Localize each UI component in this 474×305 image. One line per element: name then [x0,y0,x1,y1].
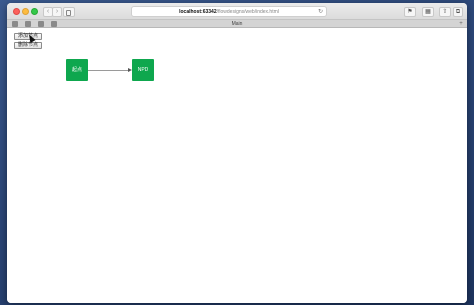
forward-button[interactable]: › [52,7,62,17]
url-path: /flowdesigns/web/index.html [216,9,279,15]
new-tab-icon[interactable]: + [458,21,464,27]
tabs-overview-icon[interactable]: ⧉ [453,7,463,17]
address-bar[interactable]: localhost:63342/flowdesigns/web/index.ht… [131,6,327,17]
close-window-button[interactable] [13,8,20,15]
extension-icon[interactable]: ⚑ [404,7,416,17]
share-icon[interactable]: ⇧ [439,7,451,17]
tab-title[interactable]: Main [7,20,467,28]
sidebar-toggle-icon[interactable] [63,7,75,17]
browser-window: ‹ › localhost:63342/flowdesigns/web/inde… [7,3,467,303]
reload-icon[interactable]: ↻ [318,7,323,16]
delete-node-button[interactable]: 删除节点 [14,42,43,49]
titlebar: ‹ › localhost:63342/flowdesigns/web/inde… [7,3,467,20]
flow-node-start[interactable]: 起点 [66,59,88,81]
minimize-window-button[interactable] [22,8,29,15]
url-host: localhost:63342 [179,9,217,15]
page-content: 添加节点 删除节点 起点 NPD [7,29,467,303]
maximize-window-button[interactable] [31,8,38,15]
flow-edge[interactable] [88,70,130,71]
favorites-bar: Main + [7,20,467,28]
flow-node-end[interactable]: NPD [132,59,154,81]
qr-code-icon[interactable]: ▦ [422,7,434,17]
